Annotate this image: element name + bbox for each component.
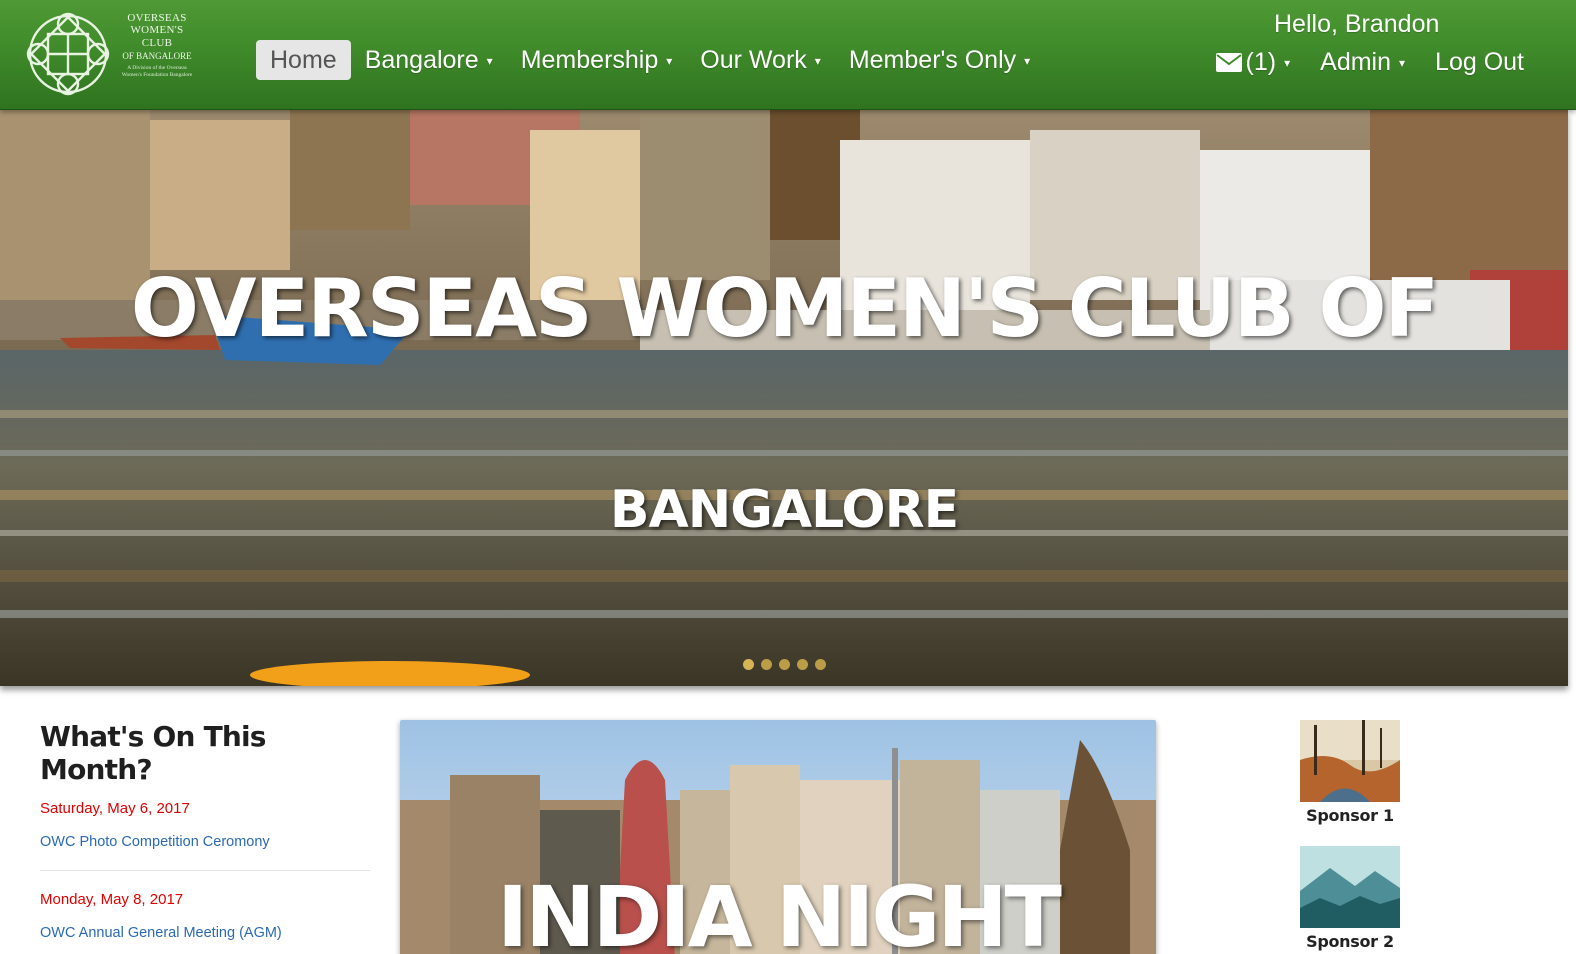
logo-line-3: CLUB [141, 36, 173, 49]
nav-logout-label: Log Out [1435, 48, 1524, 76]
celtic-knot-icon [26, 12, 110, 96]
sponsor-1-image [1300, 720, 1400, 802]
carousel-indicators [743, 659, 833, 670]
hero-photo-varanasi-ghats [0, 110, 1568, 686]
caret-down-icon: ▾ [666, 54, 673, 68]
logo-text: OVERSEAS WOMEN'S CLUB OF BANGALORE A Div… [121, 12, 193, 79]
feature-title: INDIA NIGHT [497, 868, 1062, 954]
user-greeting: Hello, Brandon [1274, 10, 1440, 38]
main-nav: Home Bangalore ▾ Membership ▾ Our Work ▾… [256, 40, 1044, 80]
event-link[interactable]: OWC Annual General Meeting (AGM) [40, 925, 370, 941]
caret-down-icon: ▾ [1024, 54, 1031, 68]
nav-membership[interactable]: Membership ▾ [507, 40, 687, 80]
top-navbar: OVERSEAS WOMEN'S CLUB OF BANGALORE A Div… [0, 0, 1576, 110]
nav-bangalore-label: Bangalore [364, 46, 479, 74]
caret-down-icon: ▾ [486, 54, 493, 68]
mail-count: (1) [1245, 48, 1277, 76]
hero-subtitle: BANGALORE [609, 480, 959, 540]
nav-members-only[interactable]: Member's Only ▾ [835, 40, 1044, 80]
logo-tagline: A Division of the Overseas Women's Found… [121, 65, 193, 78]
sponsor-card-2[interactable]: Sponsor 2 [1300, 846, 1400, 951]
event-link[interactable]: OWC Photo Competition Ceromony [40, 834, 370, 850]
nav-admin[interactable]: Admin ▾ [1290, 42, 1405, 82]
club-logo[interactable]: OVERSEAS WOMEN'S CLUB OF BANGALORE A Div… [18, 6, 198, 102]
user-nav: (1) ▾ Admin ▾ Log Out [1215, 42, 1524, 82]
event-item: Monday, May 8, 2017 OWC Annual General M… [40, 891, 370, 954]
logo-line-1: OVERSEAS [127, 12, 187, 24]
carousel-dot[interactable] [761, 659, 772, 670]
logo-line-2: WOMEN'S [130, 24, 184, 37]
carousel-dot[interactable] [797, 659, 808, 670]
whats-on-panel: What's On This Month? Saturday, May 6, 2… [40, 720, 370, 954]
nav-home[interactable]: Home [256, 40, 351, 80]
feature-banner[interactable]: INDIA NIGHT [400, 720, 1156, 954]
logo-line-4: OF BANGALORE [122, 50, 192, 61]
carousel-dot[interactable] [779, 659, 790, 670]
event-item: Saturday, May 6, 2017 OWC Photo Competit… [40, 800, 370, 871]
nav-membership-label: Membership [520, 46, 659, 74]
sponsor-card-1[interactable]: Sponsor 1 [1300, 720, 1400, 825]
nav-our-work-label: Our Work [700, 46, 807, 74]
carousel-dot[interactable] [743, 659, 754, 670]
caret-down-icon: ▾ [1284, 56, 1291, 70]
carousel-dot[interactable] [815, 659, 826, 670]
event-date: Monday, May 8, 2017 [40, 891, 184, 908]
nav-our-work[interactable]: Our Work ▾ [686, 40, 835, 80]
nav-bangalore[interactable]: Bangalore ▾ [351, 40, 507, 80]
nav-messages[interactable]: (1) ▾ [1215, 42, 1291, 82]
sponsor-1-label: Sponsor 1 [1306, 806, 1394, 825]
caret-down-icon: ▾ [1399, 56, 1406, 70]
caret-down-icon: ▾ [814, 54, 821, 68]
whats-on-heading: What's On This Month? [40, 720, 266, 786]
nav-members-only-label: Member's Only [848, 46, 1017, 74]
envelope-icon [1215, 52, 1242, 72]
event-date: Saturday, May 6, 2017 [40, 800, 190, 817]
hero-title: OVERSEAS WOMEN'S CLUB OF [130, 262, 1439, 355]
sponsor-2-label: Sponsor 2 [1306, 932, 1394, 951]
hero-carousel[interactable]: OVERSEAS WOMEN'S CLUB OF BANGALORE [0, 110, 1568, 686]
sponsor-2-image [1300, 846, 1400, 928]
nav-logout[interactable]: Log Out [1405, 42, 1524, 82]
nav-admin-label: Admin [1320, 48, 1392, 76]
nav-home-label: Home [270, 46, 337, 74]
